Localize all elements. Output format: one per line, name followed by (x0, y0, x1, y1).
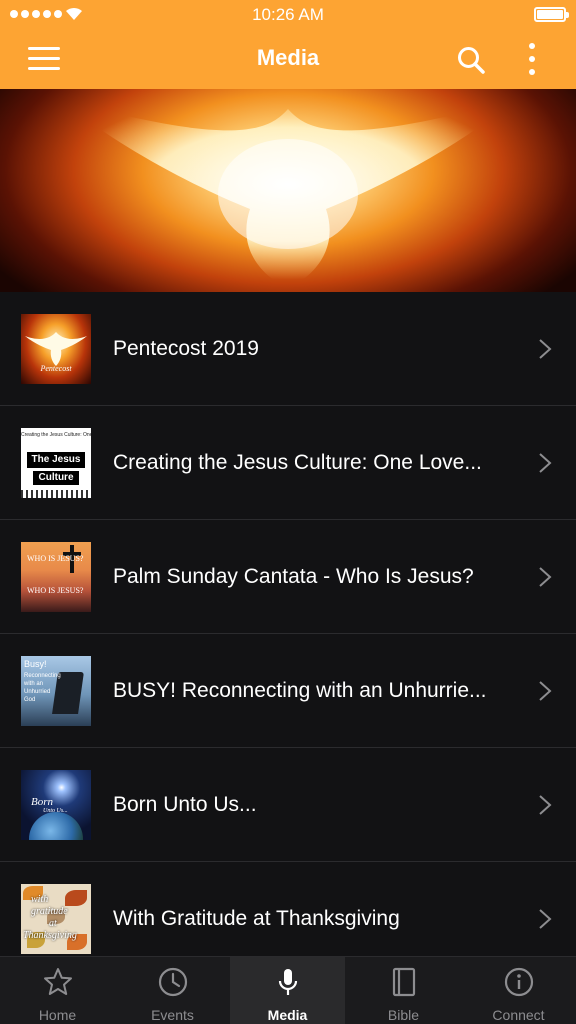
tab-label: Bible (387, 1007, 420, 1023)
media-list: Pentecost Pentecost 2019 Creating the Je… (0, 292, 576, 956)
media-title: With Gratitude at Thanksgiving (113, 907, 400, 930)
status-time: 10:26 AM (252, 5, 324, 24)
chevron-right-icon (539, 567, 552, 587)
tab-label: Connect (492, 1007, 545, 1023)
app-header: Media (0, 30, 576, 89)
media-title: Palm Sunday Cantata - Who Is Jesus? (113, 565, 474, 588)
media-title: BUSY! Reconnecting with an Unhurrie... (113, 679, 487, 702)
battery-icon (534, 7, 569, 22)
list-item[interactable]: Creating the Jesus Culture: One love at … (0, 406, 576, 520)
thumbnail-jesus-culture: Creating the Jesus Culture: One love at … (21, 428, 91, 498)
chevron-right-icon (539, 681, 552, 701)
hero-banner-image (0, 89, 576, 292)
thumbnail-busy: Busy! Reconnecting with an Unhurried God (21, 656, 91, 726)
list-item[interactable]: Pentecost Pentecost 2019 (0, 292, 576, 406)
chevron-right-icon (539, 795, 552, 815)
dove-icon (60, 99, 516, 289)
tab-label: Home (38, 1007, 77, 1023)
thumbnail-palm-sunday: WHO IS JESUS? WHO IS JESUS? (21, 542, 91, 612)
list-item[interactable]: WHO IS JESUS? WHO IS JESUS? Palm Sunday … (0, 520, 576, 634)
book-icon (392, 967, 416, 997)
clock-icon (158, 967, 188, 997)
thumbnail-born-unto-us: Born Unto Us... (21, 770, 91, 840)
tab-media[interactable]: Media (230, 957, 345, 1024)
bottom-tab-bar: Home Events Media Bible Connect (0, 956, 576, 1024)
tab-label: Media (267, 1007, 308, 1023)
media-title: Creating the Jesus Culture: One Love... (113, 451, 482, 474)
tab-bible[interactable]: Bible (346, 957, 461, 1024)
search-icon[interactable] (456, 45, 486, 75)
chevron-right-icon (539, 339, 552, 359)
list-item[interactable]: Busy! Reconnecting with an Unhurried God… (0, 634, 576, 748)
tab-connect[interactable]: Connect (461, 957, 576, 1024)
chevron-right-icon (539, 909, 552, 929)
list-item[interactable]: with gratitude at Thanksgiving With Grat… (0, 862, 576, 956)
media-title: Pentecost 2019 (113, 337, 259, 360)
tab-home[interactable]: Home (0, 957, 115, 1024)
page-title: Media (256, 45, 320, 70)
info-icon (504, 967, 534, 997)
status-bar: 10:26 AM (0, 0, 576, 30)
thumbnail-pentecost: Pentecost (21, 314, 91, 384)
chevron-right-icon (539, 453, 552, 473)
star-icon (44, 968, 72, 995)
media-title: Born Unto Us... (113, 793, 257, 816)
more-options-button[interactable] (522, 43, 542, 75)
tab-events[interactable]: Events (115, 957, 230, 1024)
list-item[interactable]: Born Unto Us... Born Unto Us... (0, 748, 576, 862)
microphone-icon (278, 969, 298, 995)
tab-label: Events (151, 1007, 194, 1023)
thumbnail-thanksgiving: with gratitude at Thanksgiving (21, 884, 91, 954)
